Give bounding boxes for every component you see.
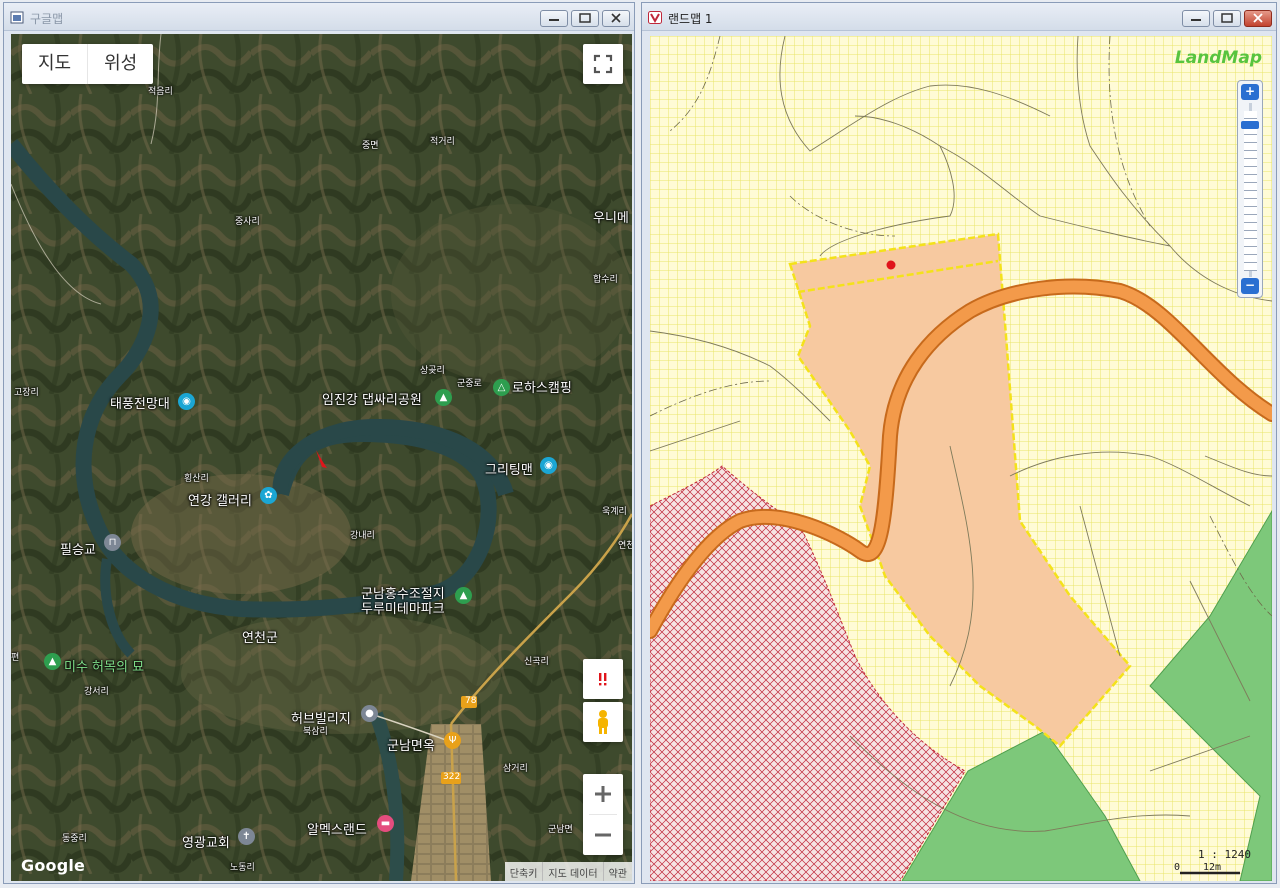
shortcuts-link[interactable]: 단축키: [505, 862, 543, 881]
satellite-button[interactable]: 위성: [87, 44, 153, 84]
poi-label-gunnam-food[interactable]: 군남면옥: [387, 735, 435, 754]
maximize-icon: [579, 13, 591, 23]
place-label[interactable]: 적음리: [148, 84, 173, 97]
zoom-control: [583, 774, 623, 855]
maximize-button[interactable]: [1213, 10, 1241, 27]
zoom-out-button[interactable]: [583, 815, 623, 855]
place-label[interactable]: 적거리: [430, 134, 455, 147]
place-label[interactable]: 편: [11, 650, 19, 663]
scale-ratio: 1 : 1240: [1198, 848, 1251, 861]
place-label[interactable]: 합수리: [593, 272, 618, 285]
zoom-handle[interactable]: [1241, 121, 1259, 129]
titlebar[interactable]: 구글맵: [4, 3, 634, 31]
zoom-slider[interactable]: + −: [1237, 80, 1263, 298]
place-label[interactable]: 동중리: [62, 831, 87, 844]
poi-label-griting[interactable]: 그리팅맨: [485, 459, 533, 478]
poi-label-alpex[interactable]: 알멕스랜드: [307, 819, 367, 838]
alert-button[interactable]: [583, 659, 623, 699]
plus-icon: [595, 786, 611, 802]
close-button[interactable]: [602, 10, 630, 27]
poi-label-yeonggwang[interactable]: 영광교회: [182, 832, 230, 851]
attribution-bar: 단축키 지도 데이터 약관: [504, 862, 632, 881]
zoom-out-button[interactable]: −: [1241, 278, 1259, 294]
map-type-toggle: 지도 위성: [22, 44, 154, 84]
place-label[interactable]: 연천: [618, 538, 632, 551]
route-78-label: 78: [465, 696, 477, 706]
alert-icon: [599, 673, 607, 686]
camera-icon[interactable]: ◉: [178, 393, 195, 410]
minimize-button[interactable]: [540, 10, 568, 27]
fullscreen-button[interactable]: [583, 44, 623, 84]
app-icon: [10, 11, 24, 24]
zoom-in-button[interactable]: +: [1241, 84, 1259, 100]
place-label[interactable]: 중사리: [235, 214, 260, 227]
cadastral-map[interactable]: LandMap + − 1 : 1240 0 12m: [650, 36, 1272, 881]
poi-label-gunnam-park-2[interactable]: 두루미테마파크: [361, 598, 445, 617]
restaurant-icon[interactable]: Ψ: [444, 732, 461, 749]
poi-label-misu[interactable]: 미수 허목의 묘: [64, 656, 144, 675]
road-label: 군중로: [457, 379, 482, 389]
poi-label-taepung[interactable]: 태풍전망대: [110, 393, 170, 412]
place-label[interactable]: 횡산리: [184, 471, 209, 484]
landmap-app-icon: [648, 11, 662, 24]
window-title: 구글맵: [30, 12, 64, 26]
place-label[interactable]: 욱계리: [602, 504, 627, 517]
pegman-icon: [598, 710, 608, 734]
minimize-icon: [549, 19, 559, 21]
route-322-label: 322: [443, 772, 461, 782]
place-label[interactable]: 중면: [362, 138, 379, 151]
place-label[interactable]: 고장리: [14, 385, 39, 398]
place-label[interactable]: 노동리: [230, 860, 255, 873]
place-label[interactable]: 신곡리: [524, 654, 549, 667]
poi-label-imjingang[interactable]: 임진강 댑싸리공원: [322, 389, 422, 408]
location-marker: [886, 260, 896, 270]
church-icon[interactable]: ✝: [238, 828, 255, 845]
zoom-in-button[interactable]: [583, 774, 623, 814]
poi-label-herb[interactable]: 허브빌리지: [291, 708, 351, 727]
close-button[interactable]: [1244, 10, 1272, 27]
bridge-icon[interactable]: ⊓: [104, 534, 121, 551]
titlebar[interactable]: 랜드맵 1: [642, 3, 1276, 31]
google-logo: Google: [21, 856, 86, 875]
minimize-button[interactable]: [1182, 10, 1210, 27]
street-view-pegman[interactable]: [583, 702, 623, 742]
minus-icon: [595, 833, 611, 837]
poi-label-yeongang[interactable]: 연강 갤러리: [188, 490, 252, 509]
tree-icon[interactable]: ▲: [455, 587, 472, 604]
pin-icon[interactable]: ●: [361, 705, 378, 722]
minimize-icon: [1191, 19, 1201, 21]
poi-label-pilseung[interactable]: 필승교: [60, 539, 96, 558]
cadastral-drawing: [650, 36, 1272, 881]
fullscreen-icon: [593, 54, 613, 74]
camping-icon[interactable]: △: [493, 379, 510, 396]
map-data-link[interactable]: 지도 데이터: [542, 862, 602, 881]
place-label[interactable]: 군남면: [548, 822, 573, 835]
tree-icon[interactable]: ▲: [435, 389, 452, 406]
place-label[interactable]: 강내리: [350, 528, 375, 541]
maximize-icon: [1221, 13, 1233, 23]
poi-label-uni[interactable]: 우니메: [593, 207, 629, 226]
scale-distance: 12m: [1203, 862, 1222, 873]
landmap-logo: LandMap: [1174, 48, 1262, 68]
close-icon: [1253, 13, 1263, 23]
scale-zero: 0: [1174, 862, 1181, 873]
window-title: 랜드맵 1: [668, 12, 713, 26]
map-button[interactable]: 지도: [22, 44, 87, 84]
maximize-button[interactable]: [571, 10, 599, 27]
place-label[interactable]: 삼거리: [503, 761, 528, 774]
terms-link[interactable]: 약관: [602, 862, 632, 881]
gallery-icon[interactable]: ✿: [260, 487, 277, 504]
place-label[interactable]: 상곶리: [420, 363, 445, 376]
google-map-window: 구글맵 지도 위성 적음리 중면 적거리 중사리 합수리 고장리 상곶리 군중로…: [3, 2, 635, 884]
landmap-window: 랜드맵 1 LandMap + − 1: 1240 0 12m: [641, 2, 1277, 884]
satellite-imagery: [11, 34, 632, 881]
tree-icon[interactable]: ▲: [44, 653, 61, 670]
place-label[interactable]: 강서리: [84, 684, 109, 697]
camera-icon[interactable]: ◉: [540, 457, 557, 474]
region-label: 연천군: [242, 631, 278, 646]
hotel-icon[interactable]: ▬: [377, 815, 394, 832]
close-icon: [611, 13, 621, 23]
satellite-map[interactable]: 지도 위성 적음리 중면 적거리 중사리 합수리 고장리 상곶리 군중로 횡산리…: [11, 34, 632, 881]
poi-label-rohas[interactable]: 로하스캠핑: [512, 377, 572, 396]
